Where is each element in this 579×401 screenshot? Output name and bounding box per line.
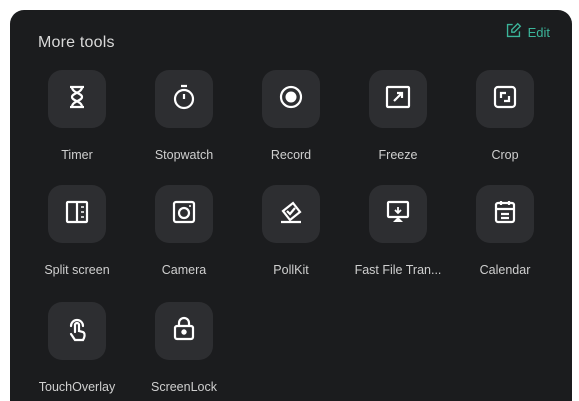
tool-label: Record (270, 148, 312, 162)
freeze-icon (383, 82, 413, 117)
tool-label: Crop (491, 148, 519, 162)
tool-record[interactable]: Record (236, 70, 346, 180)
stopwatch-icon (169, 82, 199, 117)
tool-screen-lock[interactable]: ScreenLock (129, 302, 239, 401)
tool-tile (48, 185, 106, 243)
camera-icon (169, 197, 199, 232)
tools-grid: Timer Stopwatch Record Freeze Crop Split… (10, 10, 572, 401)
tool-freeze[interactable]: Freeze (343, 70, 453, 180)
hourglass-icon (62, 82, 92, 117)
tool-tile (369, 185, 427, 243)
tool-label: PollKit (273, 263, 309, 277)
tool-label: Split screen (44, 263, 110, 277)
tool-label: TouchOverlay (38, 380, 116, 394)
tool-fast-file-transfer[interactable]: Fast File Tran... (343, 185, 453, 295)
tool-timer[interactable]: Timer (22, 70, 132, 180)
tool-tile (155, 185, 213, 243)
fast-file-transfer-icon (383, 197, 413, 232)
tool-tile (476, 185, 534, 243)
tool-tile (262, 70, 320, 128)
tool-tile (155, 70, 213, 128)
tool-tile (155, 302, 213, 360)
tool-pollkit[interactable]: PollKit (236, 185, 346, 295)
tool-crop[interactable]: Crop (450, 70, 560, 180)
tool-label: Camera (161, 263, 207, 277)
tool-stopwatch[interactable]: Stopwatch (129, 70, 239, 180)
tool-label: ScreenLock (150, 380, 217, 394)
tool-calendar[interactable]: Calendar (450, 185, 560, 295)
tool-camera[interactable]: Camera (129, 185, 239, 295)
tool-touch-overlay[interactable]: TouchOverlay (22, 302, 132, 401)
tool-label: Timer (61, 148, 93, 162)
touch-overlay-icon (62, 314, 92, 349)
record-icon (276, 82, 306, 117)
tool-tile (262, 185, 320, 243)
crop-icon (490, 82, 520, 117)
tool-label: Freeze (378, 148, 418, 162)
tool-tile (48, 302, 106, 360)
tool-tile (48, 70, 106, 128)
pollkit-icon (276, 197, 306, 232)
more-tools-panel: More tools Edit Timer Stopwatch Record F… (10, 10, 572, 401)
tool-label: Fast File Tran... (354, 263, 442, 277)
screen-lock-icon (169, 314, 199, 349)
tool-tile (369, 70, 427, 128)
split-screen-icon (62, 197, 92, 232)
tool-label: Calendar (479, 263, 531, 277)
calendar-icon (490, 197, 520, 232)
tool-tile (476, 70, 534, 128)
tool-label: Stopwatch (154, 148, 214, 162)
tool-split-screen[interactable]: Split screen (22, 185, 132, 295)
